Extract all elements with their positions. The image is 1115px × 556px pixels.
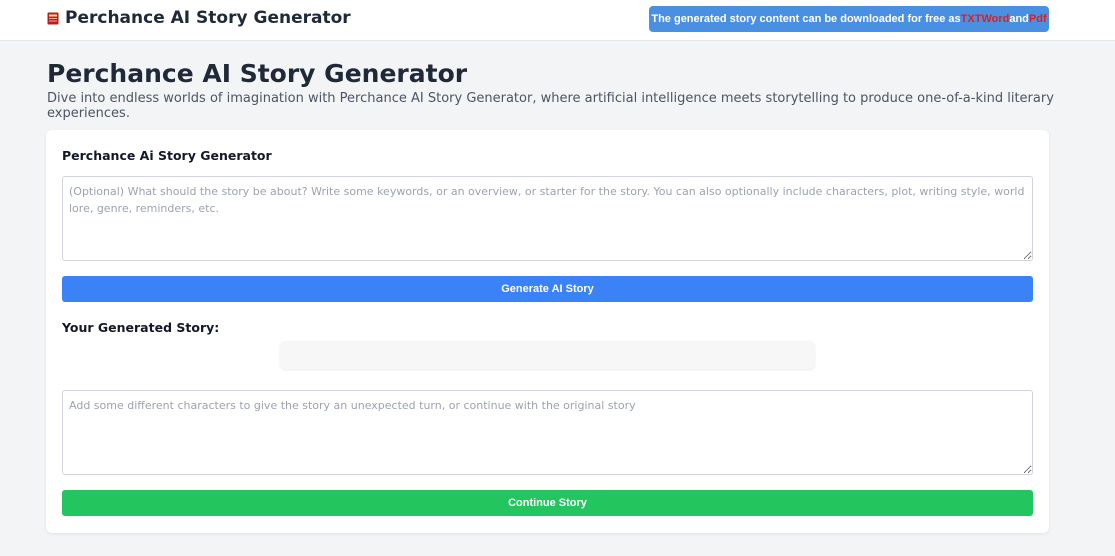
generate-story-button[interactable]: Generate AI Story <box>62 276 1033 302</box>
word-format-link[interactable]: Word <box>981 13 1009 25</box>
generated-story-label: Your Generated Story: <box>62 320 220 335</box>
page-title: Perchance AI Story Generator <box>47 59 468 88</box>
brand-title: Perchance AI Story Generator <box>65 8 351 28</box>
story-generator-card: Perchance Ai Story Generator Generate AI… <box>46 130 1049 533</box>
notice-and-text: and <box>1009 13 1029 25</box>
download-notice-banner: The generated story content can be downl… <box>649 6 1049 32</box>
top-navbar: Perchance AI Story Generator The generat… <box>0 0 1115 41</box>
continue-story-button[interactable]: Continue Story <box>62 490 1033 516</box>
continue-story-textarea[interactable] <box>62 390 1033 475</box>
txt-format-link[interactable]: TXT <box>961 13 982 25</box>
generator-label: Perchance Ai Story Generator <box>62 148 272 163</box>
story-prompt-textarea[interactable] <box>62 176 1033 261</box>
notice-text: The generated story content can be downl… <box>651 13 961 25</box>
brand[interactable]: Perchance AI Story Generator <box>47 8 351 28</box>
book-icon <box>47 12 59 25</box>
page-description: Dive into endless worlds of imagination … <box>47 91 1054 121</box>
pdf-format-link[interactable]: Pdf <box>1029 13 1047 25</box>
generated-story-output <box>280 341 815 369</box>
